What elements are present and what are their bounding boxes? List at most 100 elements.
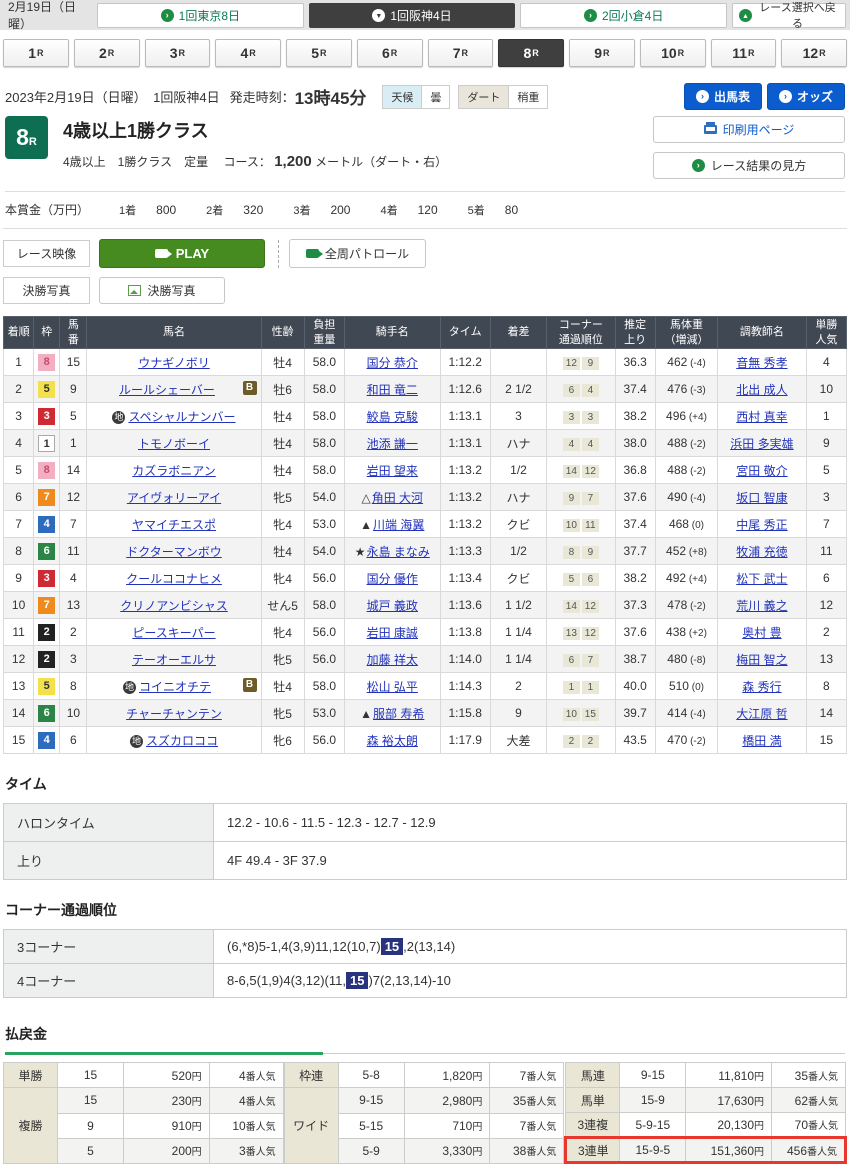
photo-icon <box>128 285 141 296</box>
jockey-name-link[interactable]: 国分 恭介 <box>367 356 418 370</box>
odds-button[interactable]: オッズ <box>767 83 845 110</box>
corner-position-box: 6 <box>582 573 599 586</box>
trainer-name-link[interactable]: 大江原 哲 <box>736 707 787 721</box>
horse-name-link[interactable]: スズカロココ <box>146 734 218 748</box>
race-tab-6r[interactable]: 6R <box>357 39 423 67</box>
meeting-tab[interactable]: 1回阪神4日 <box>309 3 516 28</box>
horse-name-link[interactable]: ピースキーパー <box>132 626 215 640</box>
race-tab-3r[interactable]: 3R <box>145 39 211 67</box>
patrol-video-button[interactable]: 全周パトロール <box>289 239 426 268</box>
margin: 1 1/4 <box>490 619 546 646</box>
horse-name-link[interactable]: トモノボーイ <box>138 437 210 451</box>
trainer-name-link[interactable]: 中尾 秀正 <box>736 518 787 532</box>
result-guide-button[interactable]: レース結果の見方 <box>653 152 845 179</box>
jockey-name-link[interactable]: 国分 優作 <box>367 572 418 586</box>
entries-button[interactable]: 出馬表 <box>684 83 762 110</box>
horse-name-link[interactable]: スペシャルナンバー <box>128 410 235 424</box>
horse-name-cell: 地スペシャルナンバー <box>87 403 261 430</box>
race-tab-10r[interactable]: 10R <box>640 39 706 67</box>
carried-weight: 56.0 <box>304 619 344 646</box>
race-tab-8r[interactable]: 8R <box>498 39 564 67</box>
trainer-name-link[interactable]: 牧浦 充徳 <box>736 545 787 559</box>
body-weight-diff: (+8) <box>686 547 707 558</box>
track-value: 稍重 <box>509 85 548 109</box>
result-row: 8611ドクターマンボウ牡454.0★永島 まなみ1:13.31/28937.7… <box>4 538 847 565</box>
race-tab-2r[interactable]: 2R <box>74 39 140 67</box>
race-tab-7r[interactable]: 7R <box>428 39 494 67</box>
horse-number: 5 <box>60 403 87 430</box>
body-weight: 414 (-4) <box>655 700 717 727</box>
horse-name-link[interactable]: クールココナヒメ <box>126 572 222 586</box>
horse-name-link[interactable]: クリノアンビシャス <box>120 599 228 613</box>
back-to-race-select-button[interactable]: レース選択へ戻る <box>732 3 846 28</box>
race-tab-9r[interactable]: 9R <box>569 39 635 67</box>
finish-photo-button[interactable]: 決勝写真 <box>99 277 225 304</box>
start-time-label: 発走時刻： <box>230 87 295 106</box>
jockey-name-link[interactable]: 加藤 祥太 <box>367 653 418 667</box>
race-tab-11r[interactable]: 11R <box>711 39 777 67</box>
horse-name-link[interactable]: チャーチャンテン <box>126 707 222 721</box>
payout-heading-underline <box>5 1052 323 1055</box>
payout-popularity-value: 7 <box>520 1119 527 1133</box>
race-tab-1r[interactable]: 1R <box>3 39 69 67</box>
trainer-cell: 宮田 敬介 <box>718 457 807 484</box>
print-page-button[interactable]: 印刷用ページ <box>653 116 845 143</box>
body-weight: 468 (0) <box>655 511 717 538</box>
jockey-name-link[interactable]: 永島 まなみ <box>366 545 429 559</box>
corner-position-box: 15 <box>582 708 599 721</box>
payout-amount: 1,820円 <box>404 1063 490 1088</box>
trainer-name-link[interactable]: 荒川 義之 <box>736 599 787 613</box>
jockey-name-link[interactable]: 角田 大河 <box>372 491 423 505</box>
body-weight-diff: (0) <box>689 520 704 531</box>
trainer-name-link[interactable]: 浜田 多実雄 <box>730 437 793 451</box>
horse-name-link[interactable]: カズラボニアン <box>132 464 216 478</box>
corner-section-title: コーナー通過順位 <box>5 900 845 920</box>
trainer-name-link[interactable]: 音無 秀孝 <box>736 356 787 370</box>
payout-amount-value: 1,820 <box>442 1069 472 1083</box>
meeting-tab[interactable]: 1回東京8日 <box>97 3 304 28</box>
play-button[interactable]: PLAY <box>99 239 265 268</box>
trainer-name-link[interactable]: 坂口 智康 <box>736 491 787 505</box>
jockey-name-link[interactable]: 服部 寿希 <box>373 707 424 721</box>
trainer-cell: 牧浦 充徳 <box>718 538 807 565</box>
horse-name-link[interactable]: ウナギノボリ <box>138 356 210 370</box>
trainer-cell: 橋田 満 <box>718 727 807 754</box>
race-tab-4r[interactable]: 4R <box>215 39 281 67</box>
jockey-name-link[interactable]: 川端 海翼 <box>373 518 424 532</box>
jockey-name-link[interactable]: 城戸 義政 <box>367 599 418 613</box>
horse-name-link[interactable]: ドクターマンボウ <box>126 545 222 559</box>
jockey-name-link[interactable]: 和田 竜二 <box>367 383 418 397</box>
jockey-name-link[interactable]: 岩田 康誠 <box>367 626 418 640</box>
horse-name-link[interactable]: コイニオチテ <box>139 680 211 694</box>
payout-combination: 5-15 <box>338 1113 404 1138</box>
trainer-cell: 松下 武士 <box>718 565 807 592</box>
trainer-name-link[interactable]: 松下 武士 <box>736 572 787 586</box>
carried-weight: 58.0 <box>304 457 344 484</box>
apprentice-mark: △ <box>361 491 370 505</box>
trainer-name-link[interactable]: 奥村 豊 <box>742 626 781 640</box>
jockey-name-link[interactable]: 森 裕太朗 <box>367 734 418 748</box>
body-weight-diff: (-3) <box>687 385 705 396</box>
frame-number-box: 8 <box>38 354 55 371</box>
meeting-tab[interactable]: 2回小倉4日 <box>520 3 727 28</box>
jockey-name-link[interactable]: 池添 謙一 <box>367 437 418 451</box>
horse-name-link[interactable]: ルールシェーバー <box>119 383 215 397</box>
horse-name-link[interactable]: テーオーエルサ <box>132 653 216 667</box>
jockey-name-link[interactable]: 岩田 望来 <box>367 464 418 478</box>
chevron-circle-icon <box>692 159 705 172</box>
horse-name-link[interactable]: ヤマイチエスポ <box>132 518 216 532</box>
trainer-name-link[interactable]: 梅田 智之 <box>736 653 787 667</box>
frame-number-box: 5 <box>38 678 55 695</box>
trainer-name-link[interactable]: 橋田 満 <box>742 734 781 748</box>
column-header: コーナー 通過順位 <box>547 317 615 349</box>
trainer-name-link[interactable]: 西村 真幸 <box>736 410 787 424</box>
trainer-name-link[interactable]: 北出 成人 <box>736 383 787 397</box>
horse-name-link[interactable]: アイヴォリーアイ <box>127 491 221 505</box>
jockey-name-link[interactable]: 鮫島 克駿 <box>367 410 418 424</box>
trainer-name-link[interactable]: 宮田 敬介 <box>736 464 787 478</box>
race-number: 8 <box>16 124 29 151</box>
trainer-name-link[interactable]: 森 秀行 <box>742 680 781 694</box>
race-tab-5r[interactable]: 5R <box>286 39 352 67</box>
race-tab-12r[interactable]: 12R <box>781 39 847 67</box>
jockey-name-link[interactable]: 松山 弘平 <box>367 680 418 694</box>
